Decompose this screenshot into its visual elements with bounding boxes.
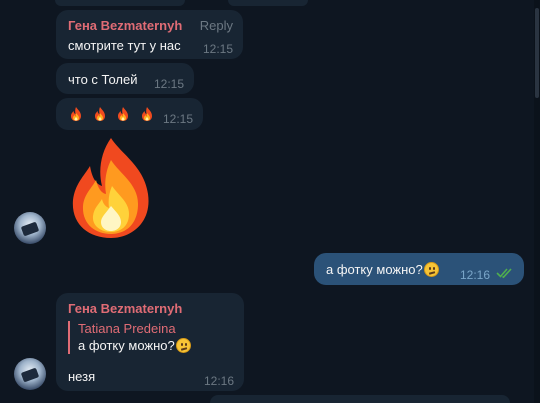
message-time: 12:16	[459, 268, 490, 282]
sender-name[interactable]: Гена Bezmaternyh	[68, 18, 182, 34]
message-bubble[interactable]: Гена Bezmaternyh Reply смотрите тут у на…	[56, 10, 243, 59]
message-time: 12:15	[202, 42, 233, 56]
message-bubble[interactable]: Гена Bezmaternyh Tatiana Predeina а фотк…	[56, 293, 244, 391]
avatar[interactable]	[14, 212, 46, 244]
message-text: смотрите тут у нас	[68, 38, 181, 53]
message-time: 12:15	[162, 112, 193, 126]
previous-message-bubble	[228, 0, 308, 6]
confused-face-icon	[175, 338, 191, 353]
read-double-check-icon	[496, 268, 512, 279]
previous-message-bubble	[55, 0, 185, 6]
avatar[interactable]	[14, 358, 46, 390]
message-time: 12:15	[153, 77, 184, 91]
quote-author: Tatiana Predeina	[78, 321, 176, 336]
fire-icon	[94, 107, 105, 121]
scrollbar-thumb[interactable]	[535, 8, 539, 98]
reply-button[interactable]: Reply	[200, 18, 233, 34]
emoji-message	[68, 106, 159, 123]
fire-icon	[141, 107, 152, 121]
message-text: незя	[68, 369, 96, 384]
next-message-bubble	[210, 395, 510, 403]
reply-quote[interactable]: Tatiana Predeina а фотку можно?	[68, 321, 191, 354]
message-bubble[interactable]: 12:15	[56, 98, 203, 130]
message-text: а фотку можно?	[326, 262, 439, 278]
scrollbar[interactable]	[534, 0, 540, 403]
fire-icon	[71, 107, 81, 121]
sender-name[interactable]: Гена Bezmaternyh	[68, 301, 182, 317]
fire-sticker[interactable]	[66, 136, 156, 240]
quote-text: а фотку можно?	[78, 338, 191, 354]
message-text: что с Толей	[68, 72, 138, 87]
message-bubble[interactable]: а фотку можно? 12:16	[314, 253, 524, 285]
confused-face-icon	[423, 262, 439, 277]
message-bubble[interactable]: что с Толей 12:15	[56, 63, 194, 94]
fire-icon	[118, 107, 129, 121]
chat-area: Гена Bezmaternyh Reply смотрите тут у на…	[0, 0, 540, 403]
message-time: 12:16	[203, 374, 234, 388]
